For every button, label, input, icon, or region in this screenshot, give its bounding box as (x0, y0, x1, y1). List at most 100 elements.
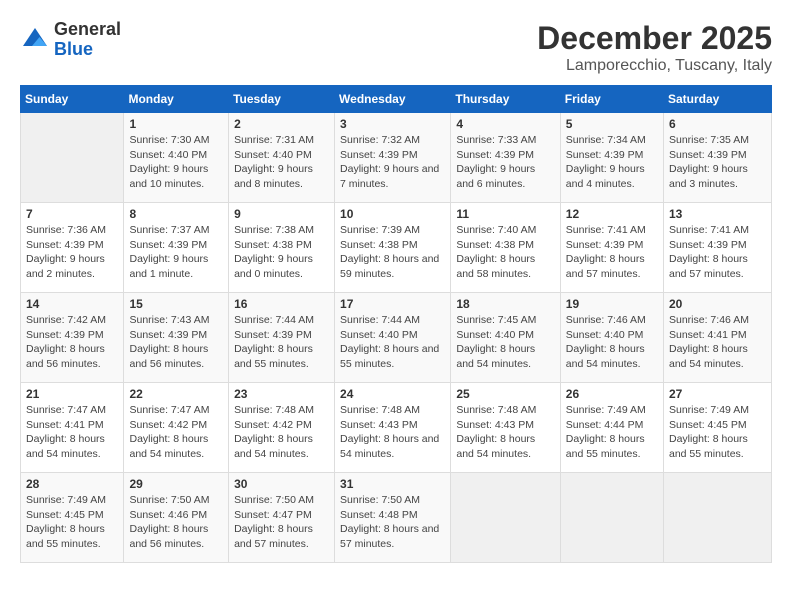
day-number: 13 (669, 207, 766, 221)
day-number: 12 (566, 207, 658, 221)
calendar-cell: 25 Sunrise: 7:48 AM Sunset: 4:43 PM Dayli… (451, 383, 560, 473)
calendar-cell: 7 Sunrise: 7:36 AM Sunset: 4:39 PM Daylig… (21, 203, 124, 293)
calendar-cell: 16 Sunrise: 7:44 AM Sunset: 4:39 PM Dayli… (229, 293, 335, 383)
calendar-cell: 21 Sunrise: 7:47 AM Sunset: 4:41 PM Dayli… (21, 383, 124, 473)
calendar-cell: 23Sunrise: 7:48 AM Sunset: 4:42 PM Dayli… (229, 383, 335, 473)
calendar-cell: 18 Sunrise: 7:45 AM Sunset: 4:40 PM Dayli… (451, 293, 560, 383)
day-number: 6 (669, 117, 766, 131)
col-saturday: Saturday (664, 86, 772, 113)
col-friday: Friday (560, 86, 663, 113)
calendar-cell: 12 Sunrise: 7:41 AM Sunset: 4:39 PM Dayli… (560, 203, 663, 293)
calendar-cell: 29 Sunrise: 7:50 AM Sunset: 4:46 PM Dayli… (124, 473, 229, 563)
calendar-cell: 9Sunrise: 7:38 AM Sunset: 4:38 PM Daylig… (229, 203, 335, 293)
day-info: Sunrise: 7:49 AM Sunset: 4:44 PM Dayligh… (566, 403, 658, 462)
day-info: Sunrise: 7:49 AM Sunset: 4:45 PM Dayligh… (669, 403, 766, 462)
day-info: Sunrise: 7:50 AM Sunset: 4:46 PM Dayligh… (129, 493, 223, 552)
calendar-cell: 22 Sunrise: 7:47 AM Sunset: 4:42 PM Dayli… (124, 383, 229, 473)
calendar-cell (21, 113, 124, 203)
day-info: Sunrise: 7:34 AM Sunset: 4:39 PM Dayligh… (566, 133, 658, 192)
month-year-title: December 2025 (537, 20, 772, 57)
day-info: Sunrise: 7:48 AM Sunset: 4:43 PM Dayligh… (456, 403, 554, 462)
calendar-cell: 10 Sunrise: 7:39 AM Sunset: 4:38 PM Dayli… (335, 203, 451, 293)
location-subtitle: Lamporecchio, Tuscany, Italy (537, 57, 772, 75)
day-number: 1 (129, 117, 223, 131)
day-info: Sunrise: 7:43 AM Sunset: 4:39 PM Dayligh… (129, 313, 223, 372)
day-number: 17 (340, 297, 445, 311)
day-number: 19 (566, 297, 658, 311)
page-header: General Blue December 2025 Lamporecchio,… (20, 20, 772, 75)
calendar-cell: 27Sunrise: 7:49 AM Sunset: 4:45 PM Dayli… (664, 383, 772, 473)
calendar-cell: 11Sunrise: 7:40 AM Sunset: 4:38 PM Dayli… (451, 203, 560, 293)
day-info: Sunrise: 7:41 AM Sunset: 4:39 PM Dayligh… (566, 223, 658, 282)
day-info: Sunrise: 7:31 AM Sunset: 4:40 PM Dayligh… (234, 133, 329, 192)
day-info: Sunrise: 7:44 AM Sunset: 4:40 PM Dayligh… (340, 313, 445, 372)
day-info: Sunrise: 7:39 AM Sunset: 4:38 PM Dayligh… (340, 223, 445, 282)
calendar-cell: 13Sunrise: 7:41 AM Sunset: 4:39 PM Dayli… (664, 203, 772, 293)
day-number: 22 (129, 387, 223, 401)
calendar-cell: 6 Sunrise: 7:35 AM Sunset: 4:39 PM Daylig… (664, 113, 772, 203)
calendar-cell (664, 473, 772, 563)
day-info: Sunrise: 7:49 AM Sunset: 4:45 PM Dayligh… (26, 493, 118, 552)
day-number: 8 (129, 207, 223, 221)
calendar-cell: 14 Sunrise: 7:42 AM Sunset: 4:39 PM Dayli… (21, 293, 124, 383)
calendar-cell: 31Sunrise: 7:50 AM Sunset: 4:48 PM Dayli… (335, 473, 451, 563)
calendar-cell: 20 Sunrise: 7:46 AM Sunset: 4:41 PM Dayli… (664, 293, 772, 383)
day-number: 24 (340, 387, 445, 401)
calendar-header: Sunday Monday Tuesday Wednesday Thursday… (21, 86, 772, 113)
calendar-cell: 24 Sunrise: 7:48 AM Sunset: 4:43 PM Dayli… (335, 383, 451, 473)
calendar-table: Sunday Monday Tuesday Wednesday Thursday… (20, 85, 772, 563)
calendar-cell: 17 Sunrise: 7:44 AM Sunset: 4:40 PM Dayli… (335, 293, 451, 383)
logo: General Blue (20, 20, 121, 60)
logo-text: General Blue (54, 20, 121, 60)
col-monday: Monday (124, 86, 229, 113)
day-number: 14 (26, 297, 118, 311)
day-number: 5 (566, 117, 658, 131)
day-info: Sunrise: 7:47 AM Sunset: 4:42 PM Dayligh… (129, 403, 223, 462)
calendar-cell: 1 Sunrise: 7:30 AM Sunset: 4:40 PM Daylig… (124, 113, 229, 203)
day-number: 26 (566, 387, 658, 401)
day-info: Sunrise: 7:44 AM Sunset: 4:39 PM Dayligh… (234, 313, 329, 372)
day-info: Sunrise: 7:46 AM Sunset: 4:41 PM Dayligh… (669, 313, 766, 372)
calendar-cell: 28Sunrise: 7:49 AM Sunset: 4:45 PM Dayli… (21, 473, 124, 563)
day-number: 23 (234, 387, 329, 401)
day-info: Sunrise: 7:48 AM Sunset: 4:43 PM Dayligh… (340, 403, 445, 462)
day-info: Sunrise: 7:47 AM Sunset: 4:41 PM Dayligh… (26, 403, 118, 462)
day-number: 29 (129, 477, 223, 491)
calendar-cell: 15 Sunrise: 7:43 AM Sunset: 4:39 PM Dayli… (124, 293, 229, 383)
calendar-cell (560, 473, 663, 563)
calendar-cell: 26 Sunrise: 7:49 AM Sunset: 4:44 PM Dayli… (560, 383, 663, 473)
day-number: 10 (340, 207, 445, 221)
col-wednesday: Wednesday (335, 86, 451, 113)
logo-icon (20, 25, 50, 55)
calendar-cell: 5 Sunrise: 7:34 AM Sunset: 4:39 PM Daylig… (560, 113, 663, 203)
calendar-cell: 19 Sunrise: 7:46 AM Sunset: 4:40 PM Dayli… (560, 293, 663, 383)
calendar-cell: 3 Sunrise: 7:32 AM Sunset: 4:39 PM Daylig… (335, 113, 451, 203)
calendar-cell (451, 473, 560, 563)
day-info: Sunrise: 7:32 AM Sunset: 4:39 PM Dayligh… (340, 133, 445, 192)
col-sunday: Sunday (21, 86, 124, 113)
day-info: Sunrise: 7:42 AM Sunset: 4:39 PM Dayligh… (26, 313, 118, 372)
day-number: 15 (129, 297, 223, 311)
calendar-body: 1 Sunrise: 7:30 AM Sunset: 4:40 PM Daylig… (21, 113, 772, 563)
day-number: 25 (456, 387, 554, 401)
day-number: 21 (26, 387, 118, 401)
day-number: 2 (234, 117, 329, 131)
day-info: Sunrise: 7:40 AM Sunset: 4:38 PM Dayligh… (456, 223, 554, 282)
day-info: Sunrise: 7:36 AM Sunset: 4:39 PM Dayligh… (26, 223, 118, 282)
day-number: 3 (340, 117, 445, 131)
calendar-cell: 8Sunrise: 7:37 AM Sunset: 4:39 PM Daylig… (124, 203, 229, 293)
day-number: 16 (234, 297, 329, 311)
title-block: December 2025 Lamporecchio, Tuscany, Ita… (537, 20, 772, 75)
day-info: Sunrise: 7:46 AM Sunset: 4:40 PM Dayligh… (566, 313, 658, 372)
day-number: 9 (234, 207, 329, 221)
day-number: 7 (26, 207, 118, 221)
day-number: 30 (234, 477, 329, 491)
day-info: Sunrise: 7:45 AM Sunset: 4:40 PM Dayligh… (456, 313, 554, 372)
day-info: Sunrise: 7:50 AM Sunset: 4:47 PM Dayligh… (234, 493, 329, 552)
day-info: Sunrise: 7:30 AM Sunset: 4:40 PM Dayligh… (129, 133, 223, 192)
day-number: 18 (456, 297, 554, 311)
day-info: Sunrise: 7:35 AM Sunset: 4:39 PM Dayligh… (669, 133, 766, 192)
calendar-cell: 30 Sunrise: 7:50 AM Sunset: 4:47 PM Dayli… (229, 473, 335, 563)
col-tuesday: Tuesday (229, 86, 335, 113)
day-number: 20 (669, 297, 766, 311)
